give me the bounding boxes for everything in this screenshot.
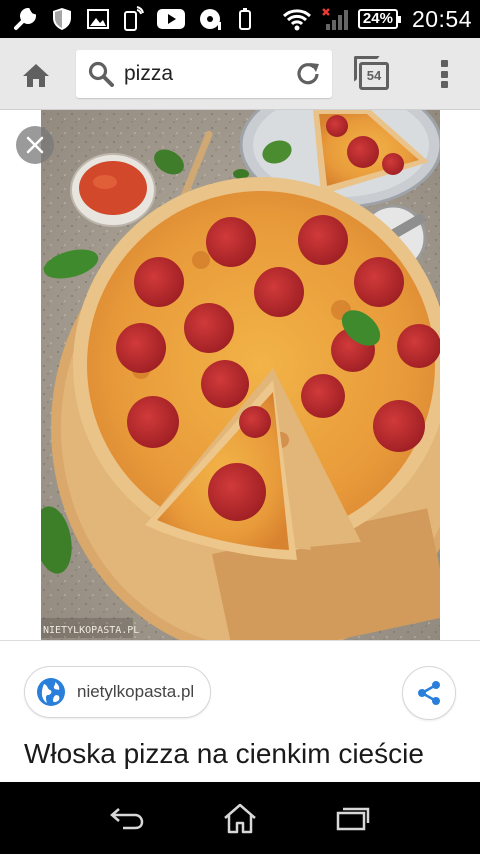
battery-indicator: 24% bbox=[357, 9, 401, 29]
reload-button[interactable] bbox=[292, 58, 324, 90]
image-icon bbox=[87, 9, 109, 29]
search-box[interactable]: pizza bbox=[76, 50, 332, 98]
youtube-icon bbox=[157, 9, 185, 29]
divider bbox=[0, 640, 480, 641]
close-image-button[interactable] bbox=[16, 126, 54, 164]
search-icon bbox=[86, 59, 116, 89]
cellular-signal-icon bbox=[322, 8, 348, 30]
overflow-menu-icon bbox=[440, 60, 448, 67]
phone-icon bbox=[239, 8, 251, 30]
source-link[interactable]: nietylkopasta.pl bbox=[24, 666, 212, 718]
tab-count: 54 bbox=[359, 62, 389, 90]
cd-icon bbox=[200, 9, 221, 30]
notification-icons bbox=[0, 6, 254, 32]
phone-signal-icon bbox=[124, 6, 144, 31]
share-button[interactable] bbox=[402, 666, 456, 720]
system-home-button[interactable] bbox=[210, 793, 270, 843]
wifi-icon bbox=[282, 9, 311, 31]
status-bar: 24% 20:54 bbox=[0, 0, 480, 38]
image-viewer: NIETYLKOPASTA.PL bbox=[0, 110, 480, 640]
photo-watermark: NIETYLKOPASTA.PL bbox=[43, 625, 139, 636]
wrench-icon bbox=[14, 7, 37, 30]
tabs-button[interactable]: 54 bbox=[354, 56, 390, 92]
browser-toolbar: pizza 54 bbox=[0, 38, 480, 110]
status-clock: 20:54 bbox=[411, 5, 472, 32]
back-icon bbox=[109, 808, 143, 830]
result-title[interactable]: Włoska pizza na cienkim cieście bbox=[24, 738, 464, 770]
system-indicators: 24% 20:54 bbox=[282, 6, 480, 33]
menu-dot bbox=[440, 70, 448, 78]
screen: 24% 20:54 pizza 54 NIETYLKOPASTA.PL niet… bbox=[0, 0, 480, 854]
search-query[interactable]: pizza bbox=[124, 62, 292, 86]
overflow-menu-button[interactable] bbox=[432, 56, 456, 92]
shield-icon bbox=[53, 8, 71, 30]
back-button[interactable] bbox=[97, 793, 157, 843]
share-icon bbox=[418, 681, 440, 705]
home-icon bbox=[23, 64, 49, 87]
close-icon bbox=[26, 136, 44, 154]
home-button[interactable] bbox=[18, 58, 54, 92]
reload-icon bbox=[297, 63, 319, 85]
pizza-photo[interactable]: NIETYLKOPASTA.PL bbox=[41, 110, 440, 640]
pizza-illustration: NIETYLKOPASTA.PL bbox=[41, 110, 440, 640]
home-icon bbox=[224, 803, 256, 834]
source-domain: nietylkopasta.pl bbox=[77, 682, 195, 701]
navigation-bar bbox=[0, 782, 480, 854]
menu-dot bbox=[440, 81, 448, 88]
globe-icon bbox=[37, 678, 65, 706]
recents-button[interactable] bbox=[323, 793, 383, 843]
recents-icon bbox=[337, 807, 370, 831]
